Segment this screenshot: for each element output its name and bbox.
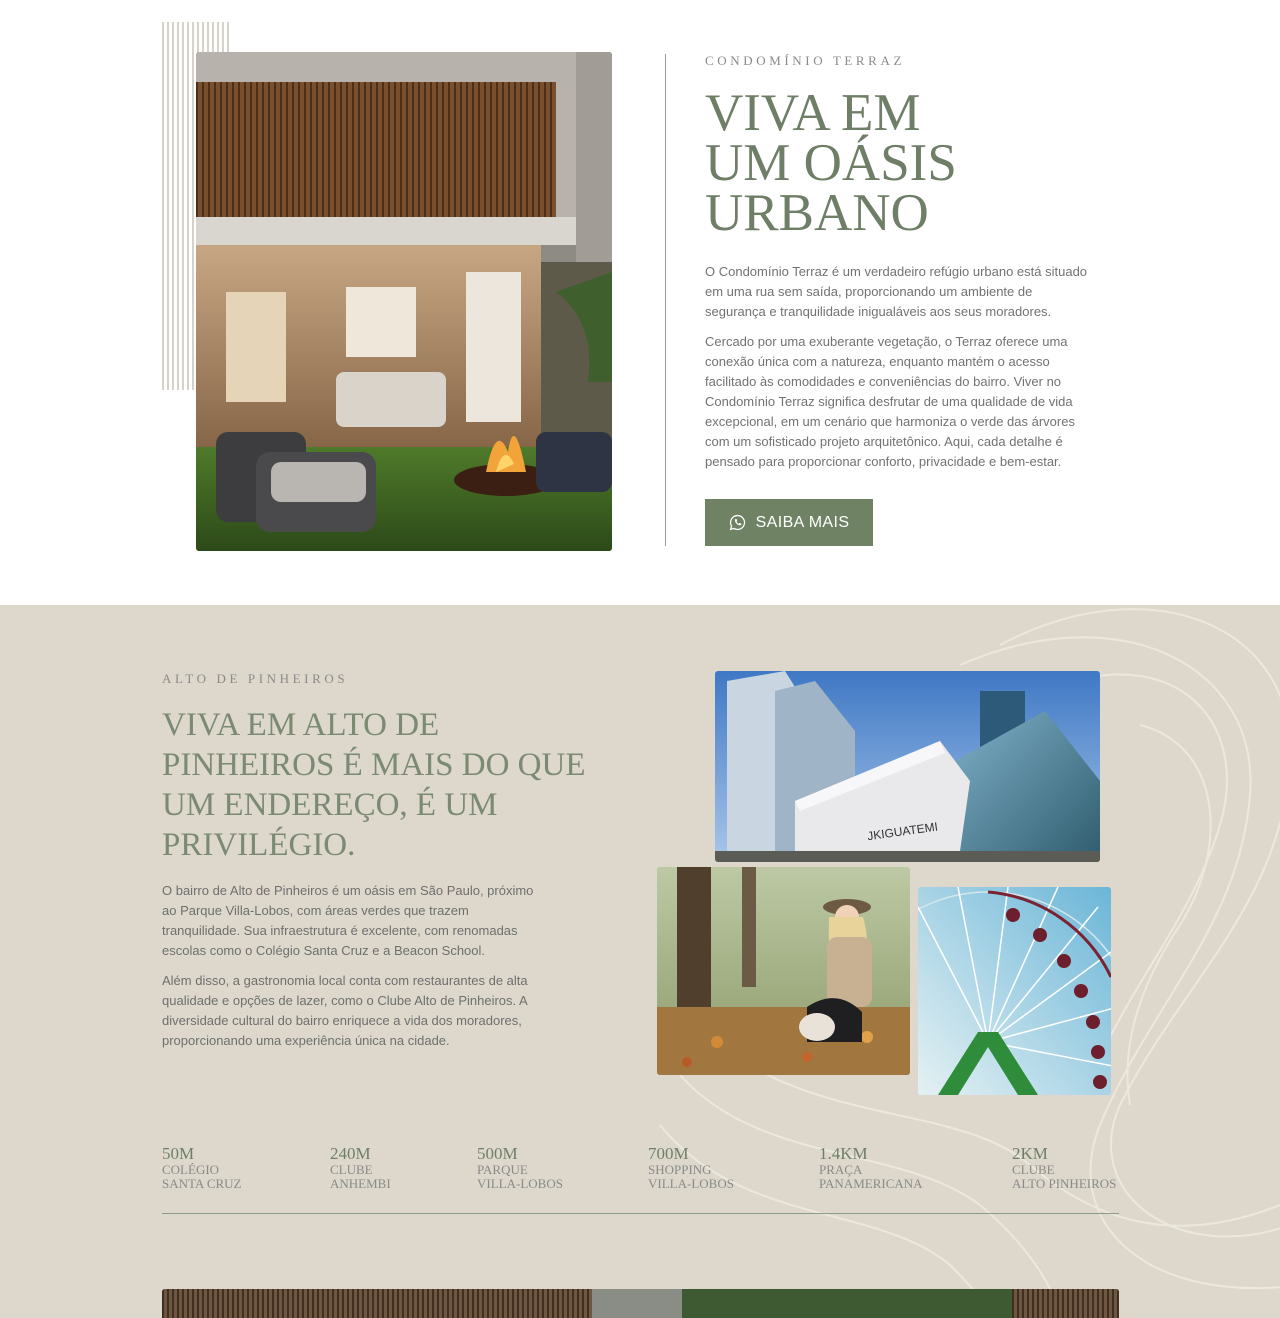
distance-label: PANAMERICANA [819, 1176, 923, 1191]
ferris-wheel-photo [918, 887, 1111, 1095]
saiba-mais-label: SAIBA MAIS [755, 513, 850, 531]
section-eyebrow: ALTO DE PINHEIROS [162, 671, 349, 686]
distance-label: CLUBE [1012, 1162, 1055, 1177]
distance-label: SHOPPING [648, 1162, 712, 1177]
neighborhood-paragraph-1: O bairro de Alto de Pinheiros é um oásis… [162, 883, 534, 958]
intro-paragraph-1: O Condomínio Terraz é um verdadeiro refú… [705, 264, 1088, 319]
horizontal-divider [162, 1213, 1119, 1214]
neighborhood-section: ALTO DE PINHEIROS VIVA EM ALTO DE PINHEI… [0, 605, 1280, 1318]
title-line: VIVA EM [705, 84, 921, 142]
title-line: UM ENDEREÇO, É UM [162, 787, 498, 823]
distance-value: 700M [648, 1144, 689, 1163]
whatsapp-icon [729, 514, 745, 531]
distance-label: CLUBE [330, 1162, 373, 1177]
park-woman-dog-photo [657, 867, 910, 1075]
distance-value: 500M [477, 1144, 518, 1163]
next-section-image [162, 1289, 1119, 1318]
title-line: PINHEIROS É MAIS DO QUE [162, 747, 586, 783]
distance-value: 50M [162, 1144, 195, 1163]
section-eyebrow: CONDOMÍNIO TERRAZ [705, 53, 905, 68]
distance-label: COLÉGIO [162, 1162, 220, 1177]
distance-stat: 240M CLUBE ANHEMBI [330, 1145, 391, 1191]
distance-label: ANHEMBI [330, 1176, 391, 1191]
title-line: UM OÁSIS [705, 134, 957, 192]
distance-label: PARQUE [477, 1162, 528, 1177]
distance-label: PRAÇA [819, 1162, 863, 1177]
saiba-mais-button[interactable]: SAIBA MAIS [705, 499, 873, 546]
distance-stat: 50M COLÉGIO SANTA CRUZ [162, 1145, 242, 1191]
intro-section: CONDOMÍNIO TERRAZ VIVA EM UM OÁSIS URBAN… [0, 0, 1280, 605]
distance-label: ALTO PINHEIROS [1012, 1176, 1117, 1191]
title-line: VIVA EM ALTO DE [162, 707, 440, 743]
distance-stat: 2KM CLUBE ALTO PINHEIROS [1012, 1145, 1116, 1191]
title-line: PRIVILÉGIO. [162, 827, 356, 863]
title-line: URBANO [705, 184, 929, 242]
distance-label: VILLA-LOBOS [648, 1176, 734, 1191]
vertical-divider [665, 54, 666, 546]
distance-stat: 500M PARQUE VILLA-LOBOS [477, 1145, 563, 1191]
distance-value: 240M [330, 1144, 371, 1163]
distance-value: 2KM [1012, 1144, 1048, 1163]
intro-paragraph-2: Cercado por uma exuberante vegetação, o … [705, 334, 1075, 469]
condominium-render-image [196, 52, 612, 551]
distance-value: 1.4KM [819, 1144, 868, 1163]
neighborhood-title: VIVA EM ALTO DE PINHEIROS É MAIS DO QUE … [162, 705, 602, 865]
shopping-jk-iguatemi-photo: JKIGUATEMI [715, 671, 1100, 862]
distance-label: SANTA CRUZ [162, 1176, 242, 1191]
distance-stat: 700M SHOPPING VILLA-LOBOS [648, 1145, 734, 1191]
neighborhood-paragraph-2: Além disso, a gastronomia local conta co… [162, 973, 528, 1048]
intro-title: VIVA EM UM OÁSIS URBANO [705, 84, 1085, 242]
distance-label: VILLA-LOBOS [477, 1176, 563, 1191]
distance-stat: 1.4KM PRAÇA PANAMERICANA [819, 1145, 923, 1191]
